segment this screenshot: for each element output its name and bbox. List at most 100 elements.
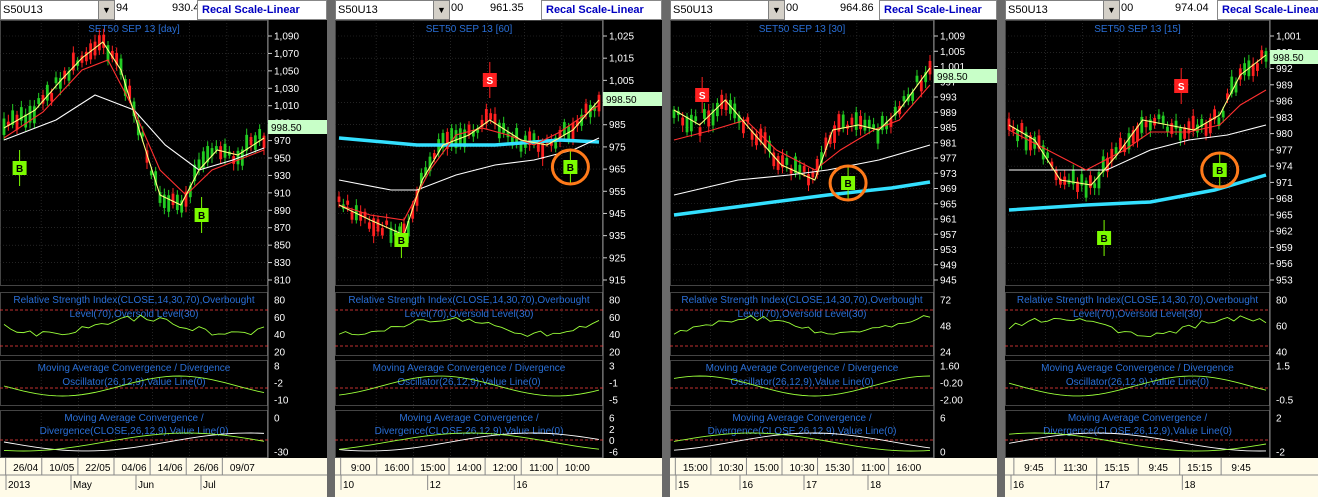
macd-osc-label-line1: Moving Average Convergence / Divergence [38,363,231,374]
y-tick-label: 1,070 [274,49,299,60]
chart-panel-2: S50U13 ▼ 00 961.35 Recal Scale-Linear SET50 S… [335,0,662,497]
chevron-down-icon[interactable]: ▼ [98,1,114,19]
symbol-dropdown[interactable]: S50U13 ▼ [670,0,785,20]
y-tick-label: 980 [1276,129,1293,140]
signal-marker: S [695,88,710,102]
macd-osc-tick-label: 1.5 [1276,362,1290,373]
price-tag-label: 998.50 [1273,53,1304,64]
svg-text:B: B [398,236,405,247]
candle [863,119,867,131]
x-tick-label: 15:15 [1187,463,1212,474]
symbol-value: S50U13 [673,4,713,16]
candle [1256,63,1259,71]
y-tick-label: 993 [940,93,957,104]
y-tick-label: 953 [1276,276,1293,287]
x-period-label: 18 [1184,480,1196,491]
y-tick-label: 1,015 [609,54,634,65]
y-tick-label: 830 [274,258,291,269]
recal-scale-button[interactable]: Recal Scale-Linear [879,0,997,20]
signal-marker: S [1174,79,1189,93]
y-tick-label: 955 [609,187,626,198]
candle [698,127,702,136]
y-tick-label: 1,005 [940,47,965,58]
chevron-down-icon[interactable]: ▼ [768,1,784,19]
y-tick-label: 945 [609,209,626,220]
symbol-dropdown[interactable]: S50U13 ▼ [1005,0,1120,20]
recal-scale-button[interactable]: Recal Scale-Linear [1217,0,1318,20]
rsi-label-line1: Relative Strength Index(CLOSE,14,30,70),… [348,295,589,306]
macd-label-line2: Divergence(CLOSE,26,12,9),Value Line(0) [375,426,564,437]
chevron-down-icon[interactable]: ▼ [433,1,449,19]
y-tick-label: 850 [274,241,291,252]
y-tick-label: 956 [1276,259,1293,270]
candle [702,109,706,119]
y-tick-label: 971 [1276,178,1293,189]
rsi-tick-label: 40 [1276,348,1288,359]
recal-scale-button[interactable]: Recal Scale-Linear [197,0,327,20]
candle [867,119,871,128]
y-tick-label: 962 [1276,227,1293,238]
candle [798,164,802,174]
panel-splitter[interactable] [327,0,335,497]
candle [859,115,862,130]
macd-osc-label-line1: Moving Average Convergence / Divergence [373,363,566,374]
y-tick-label: 961 [940,215,957,226]
macd-osc-tick-label: -1 [609,379,618,390]
rsi-tick-label: 60 [609,313,621,324]
candle [1183,127,1187,139]
partial-value: 00 [451,2,464,14]
symbol-dropdown[interactable]: S50U13 ▼ [335,0,450,20]
candle [171,193,175,206]
y-tick-label: 959 [1276,243,1293,254]
y-tick-label: 870 [274,223,291,234]
y-tick-label: 1,030 [274,84,299,95]
recal-scale-button[interactable]: Recal Scale-Linear [541,0,662,20]
signal-marker: S [482,73,497,87]
x-tick-label: 15:00 [420,463,445,474]
candle [1007,118,1011,130]
x-period-label: 17 [1099,480,1111,491]
y-tick-label: 1,010 [274,101,299,112]
rsi-tick-label: 24 [940,348,952,359]
signal-marker: B [394,233,409,247]
x-tick-label: 09/07 [230,463,255,474]
y-tick-label: 1,005 [609,76,634,87]
candle [807,174,810,186]
candle [928,60,932,75]
candle [1084,180,1088,198]
svg-text:B: B [844,179,851,190]
x-tick-label: 9:45 [1024,463,1044,474]
partial-value: 00 [1121,2,1134,14]
rsi-tick-label: 60 [274,313,286,324]
chart-panel-3: S50U13 ▼ 00 964.86 Recal Scale-Linear SET50 S… [670,0,997,497]
y-tick-label: 989 [940,108,957,119]
svg-text:S: S [486,76,493,87]
rsi-label-line1: Relative Strength Index(CLOSE,14,30,70),… [13,295,254,306]
macd-tick-label: 0 [274,414,280,425]
panel-splitter[interactable] [997,0,1005,497]
macd-osc-label-line1: Moving Average Convergence / Divergence [706,363,899,374]
x-tick-label: 10/05 [49,463,74,474]
y-tick-label: 935 [609,231,626,242]
candle [385,220,389,225]
candle [833,125,836,144]
x-period-label: 10 [343,480,355,491]
candle [223,143,227,158]
last-price: 974.04 [1175,2,1209,14]
rsi-label-line1: Relative Strength Index(CLOSE,14,30,70),… [681,295,922,306]
x-tick-label: 9:45 [1231,463,1251,474]
symbol-value: S50U13 [1008,4,1048,16]
x-tick-label: 26/04 [13,463,38,474]
price-tag-label: 998.50 [606,95,637,106]
svg-text:S: S [699,91,706,102]
chevron-down-icon[interactable]: ▼ [1103,1,1119,19]
symbol-dropdown[interactable]: S50U13 ▼ [0,0,115,20]
candle [785,157,789,165]
candle [376,219,380,232]
macd-label-line1: Moving Average Convergence / [64,413,204,424]
macd-label-line2: Divergence(CLOSE,26,12,9),Value Line(0) [708,426,897,437]
macd-osc-tick-label: -2 [274,379,283,390]
candle [715,102,719,117]
panel-splitter[interactable] [662,0,670,497]
y-tick-label: 1,050 [274,66,299,77]
